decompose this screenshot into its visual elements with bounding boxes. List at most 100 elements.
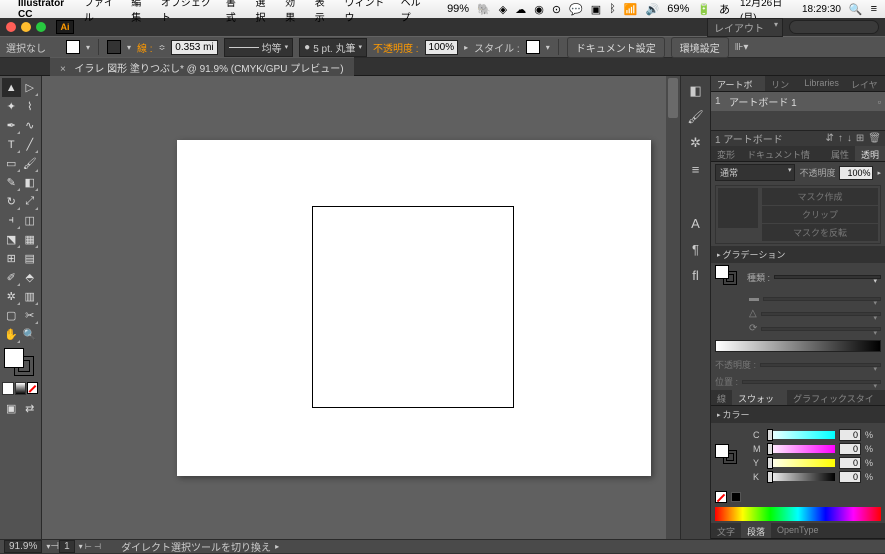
artboard-options-icon[interactable]: ▫ <box>878 97 881 107</box>
app-name[interactable]: Illustrator CC <box>18 0 74 20</box>
gradient-mode-icon[interactable] <box>15 382 27 395</box>
tab-transparency[interactable]: 透明 <box>855 146 885 161</box>
dropbox-icon[interactable]: ◈ <box>499 3 507 16</box>
magic-wand-tool[interactable]: ✦ <box>2 97 21 116</box>
paragraph-panel-icon[interactable]: ¶ <box>686 240 706 258</box>
curvature-tool[interactable]: ∿ <box>21 116 40 135</box>
color-guide-icon[interactable]: ◧ <box>686 82 706 100</box>
camera-icon[interactable]: ▣ <box>591 3 601 16</box>
tab-docinfo[interactable]: ドキュメント情報 <box>741 146 825 161</box>
vertical-scrollbar[interactable] <box>666 76 680 539</box>
tab-attrs[interactable]: 属性 <box>825 146 855 161</box>
tab-links[interactable]: リンク <box>765 76 798 91</box>
delete-artboard-icon[interactable]: 🗑 <box>868 133 881 144</box>
gradient-fillstroke[interactable] <box>715 265 743 289</box>
pen-tool[interactable]: ✒ <box>2 116 21 135</box>
width-tool[interactable]: ⫞ <box>2 211 21 230</box>
slice-tool[interactable]: ✂ <box>21 306 40 325</box>
gradient-panel-header[interactable]: グラデーション <box>711 246 885 263</box>
stroke-profile[interactable]: 均等▾ <box>224 38 294 57</box>
align-icon[interactable]: ⊪▾ <box>735 42 749 53</box>
style-swatch[interactable] <box>526 40 540 54</box>
black-value[interactable]: 0 <box>839 471 861 483</box>
none-mode-icon[interactable] <box>27 382 38 394</box>
eyedropper-tool[interactable]: ✐ <box>2 268 21 287</box>
artboard-row[interactable]: 1 アートボード 1 ▫ <box>711 92 885 111</box>
battery-icon[interactable]: 🔋 <box>697 3 711 16</box>
color-spectrum[interactable] <box>715 507 881 521</box>
doc-setup-button[interactable]: ドキュメント設定 <box>567 37 665 58</box>
direct-selection-tool[interactable]: ▷ <box>21 78 40 97</box>
cyan-slider[interactable] <box>767 431 835 439</box>
artboard-tool[interactable]: ▢ <box>2 306 21 325</box>
blend-tool[interactable]: ⬘ <box>21 268 40 287</box>
zoom-field[interactable]: 91.9% <box>4 540 42 553</box>
perspective-tool[interactable]: ▦ <box>21 230 40 249</box>
gradient-tool[interactable]: ▤ <box>21 249 40 268</box>
eraser-tool[interactable]: ◧ <box>21 173 40 192</box>
gradient-ramp[interactable] <box>715 340 881 352</box>
hand-tool[interactable]: ✋ <box>2 325 21 344</box>
menu-view[interactable]: 表示 <box>315 0 333 24</box>
lasso-tool[interactable]: ⌇ <box>21 97 40 116</box>
document-tab[interactable]: × イラレ 図形 塗りつぶし* @ 91.9% (CMYK/GPU プレビュー) <box>50 57 354 77</box>
brush-picker[interactable]: ●5 pt. 丸筆▾ <box>299 38 367 57</box>
minimize-window[interactable] <box>21 22 31 32</box>
evernote-icon[interactable]: 🐘 <box>477 3 491 16</box>
fill-stroke-control[interactable] <box>2 348 39 380</box>
shape-builder-tool[interactable]: ⬔ <box>2 230 21 249</box>
mesh-tool[interactable]: ⊞ <box>2 249 21 268</box>
menu-edit[interactable]: 編集 <box>131 0 149 24</box>
gradient-type-select[interactable] <box>774 275 881 279</box>
selection-tool[interactable]: ▲ <box>2 78 21 97</box>
tab-swatches[interactable]: スウォッチ <box>732 390 787 405</box>
symbol-sprayer-tool[interactable]: ✲ <box>2 287 21 306</box>
tab-paragraph[interactable]: 段落 <box>741 523 771 538</box>
shaper-tool[interactable]: ✎ <box>2 173 21 192</box>
screen-mode-toggle[interactable]: ⇄ <box>21 399 40 418</box>
menu-window[interactable]: ウィンドウ <box>344 0 388 24</box>
graph-tool[interactable]: ▥ <box>21 287 40 306</box>
color-mode-icon[interactable] <box>2 382 14 395</box>
canvas[interactable] <box>42 76 680 539</box>
line-tool[interactable]: ╱ <box>21 135 40 154</box>
tab-character[interactable]: 文字 <box>711 523 741 538</box>
chat-icon[interactable]: ◉ <box>534 3 544 16</box>
new-artboard-icon[interactable]: ⊞ <box>856 133 864 144</box>
symbols-panel-icon[interactable]: ✲ <box>686 134 706 152</box>
tab-libraries[interactable]: Libraries <box>798 76 845 91</box>
rearrange-icon[interactable]: ⇵ <box>826 133 834 144</box>
move-down-icon[interactable]: ↓ <box>847 133 852 144</box>
color-fillstroke[interactable] <box>715 444 743 468</box>
glyph-panel-icon[interactable]: fl <box>686 266 706 284</box>
menu-select[interactable]: 選択 <box>255 0 273 24</box>
close-window[interactable] <box>6 22 16 32</box>
black-swatch-icon[interactable] <box>731 492 741 502</box>
menu-effect[interactable]: 効果 <box>285 0 303 24</box>
fill-swatch[interactable] <box>66 40 80 54</box>
scale-tool[interactable]: ⤢ <box>21 192 40 211</box>
sync-icon[interactable]: ⊙ <box>552 3 561 16</box>
tab-graphic-styles[interactable]: グラフィックスタイル <box>787 390 885 405</box>
brush-tool[interactable]: 🖌 <box>21 154 40 173</box>
rectangle-shape[interactable] <box>312 206 514 408</box>
bluetooth-icon[interactable]: ᛒ <box>609 3 616 15</box>
cyan-value[interactable]: 0 <box>839 429 861 441</box>
stroke-weight-field[interactable]: 0.353 mi <box>171 40 217 55</box>
yellow-slider[interactable] <box>767 459 835 467</box>
page-field[interactable]: 1 <box>59 540 75 553</box>
free-transform-tool[interactable]: ◫ <box>21 211 40 230</box>
black-slider[interactable] <box>767 473 835 481</box>
menu-type[interactable]: 書式 <box>226 0 244 24</box>
tab-artboards[interactable]: アートボード <box>711 76 765 91</box>
tab-layers[interactable]: レイヤー <box>845 76 885 91</box>
magenta-slider[interactable] <box>767 445 835 453</box>
spotlight-icon[interactable]: 🔍 <box>849 3 863 16</box>
line-icon[interactable]: 💬 <box>569 3 583 16</box>
menu-help[interactable]: ヘルプ <box>401 0 427 24</box>
cloud-icon[interactable]: ☁ <box>515 3 526 16</box>
zoom-window[interactable] <box>36 22 46 32</box>
rectangle-tool[interactable]: ▭ <box>2 154 21 173</box>
menu-object[interactable]: オブジェクト <box>161 0 214 24</box>
stroke-swatch[interactable] <box>107 40 121 54</box>
